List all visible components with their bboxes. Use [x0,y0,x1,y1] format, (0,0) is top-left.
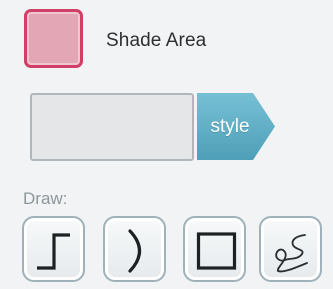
draw-label: Draw: [23,189,68,208]
step-line-icon [37,233,70,270]
shade-color-swatch[interactable] [24,9,83,68]
shade-style-panel: Shade Area style Draw: [0,0,333,289]
draw-rectangle-button[interactable] [183,216,246,282]
freehand-icon [275,234,308,273]
shade-area-label: Shade Area [106,30,207,51]
style-button[interactable]: style [197,93,276,160]
style-button-label: style [210,115,250,137]
draw-freehand-button[interactable] [259,216,322,282]
style-preview-box[interactable] [30,93,194,161]
draw-curve-button[interactable] [103,216,166,282]
rectangle-icon [196,232,237,270]
draw-step-line-button[interactable] [22,216,85,282]
curve-icon [128,229,142,273]
